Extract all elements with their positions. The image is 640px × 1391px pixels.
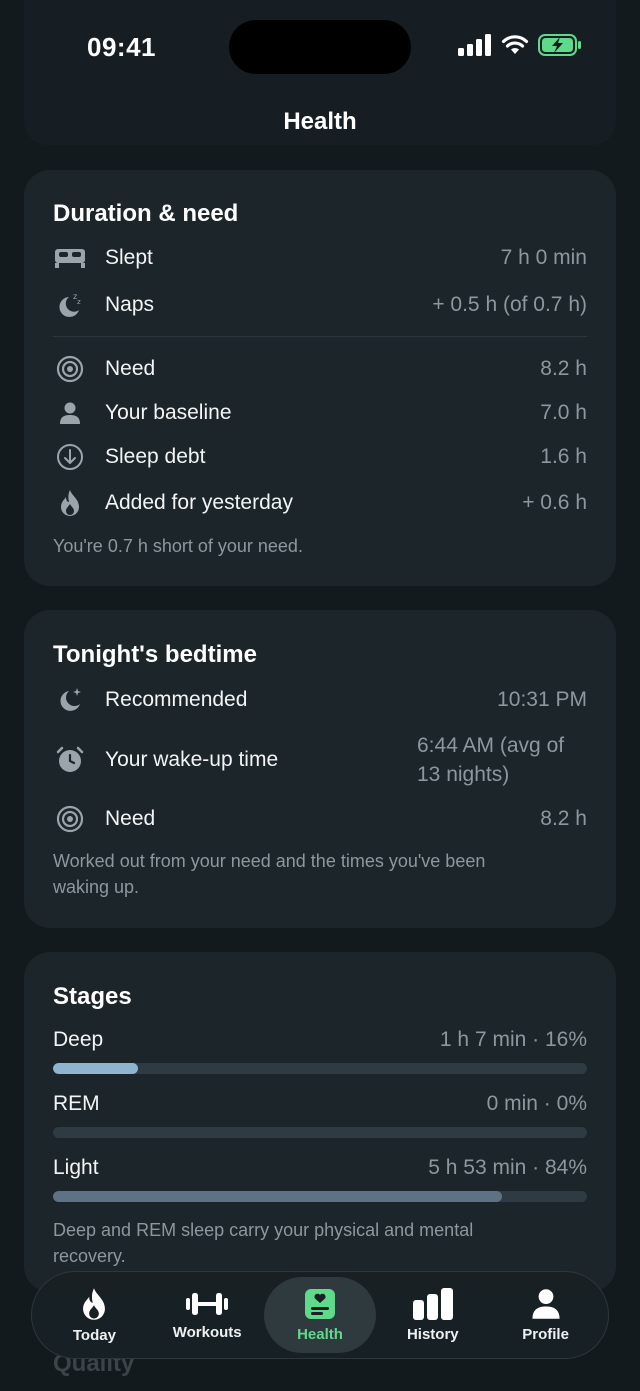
dynamic-island: [229, 20, 411, 74]
status-bar: 09:41: [0, 0, 640, 95]
person-icon: [532, 1288, 560, 1319]
card-note: You're 0.7 h short of your need.: [53, 536, 303, 556]
card-note: Worked out from your need and the times …: [53, 851, 486, 897]
row-label: Naps: [105, 293, 155, 316]
naps-row: zz Naps + 0.5 h (of 0.7 h): [53, 285, 587, 325]
tab-label: Profile: [522, 1325, 569, 1343]
slept-row: Slept 7 h 0 min: [53, 238, 587, 278]
recommended-row: Recommended 10:31 PM: [53, 680, 587, 720]
tab-history[interactable]: History: [377, 1277, 489, 1353]
need-row: Need 8.2 h: [53, 799, 587, 839]
card-note: Deep and REM sleep carry your physical a…: [53, 1220, 474, 1266]
row-value: 8.2 h: [540, 357, 587, 380]
stage-bar-light: [53, 1191, 587, 1202]
dumbbell-icon: [186, 1292, 229, 1315]
tab-label: Workouts: [172, 1323, 242, 1341]
tab-health[interactable]: Health: [263, 1277, 376, 1353]
row-value: + 0.5 h (of 0.7 h): [432, 293, 587, 316]
status-icons: [458, 34, 582, 56]
bedtime-card: Tonight's bedtime Recommended 10:31 PM Y…: [24, 610, 616, 928]
row-value: 10:31 PM: [497, 688, 587, 711]
stage-label: Light: [53, 1156, 99, 1179]
status-time: 09:41: [87, 32, 156, 62]
tab-today[interactable]: Today: [38, 1277, 150, 1353]
person-icon: [53, 396, 87, 430]
row-value: 1.6 h: [540, 445, 587, 468]
stage-label: REM: [53, 1092, 100, 1115]
moon-stars-icon: [53, 683, 87, 717]
flame-icon: [53, 486, 87, 520]
row-label: Your wake-up time: [105, 748, 279, 771]
arrow-down-circle-icon: [53, 440, 87, 474]
battery-charging-icon: [538, 34, 581, 56]
row-value: 8.2 h: [540, 807, 587, 830]
stages-card: Stages Deep 1 h 7 min · 16% REM 0 min · …: [24, 952, 616, 1292]
target-icon: [53, 802, 87, 836]
added-yesterday-row: Added for yesterday + 0.6 h: [53, 483, 587, 523]
row-label: Need: [105, 807, 156, 830]
row-value: 6:44 AM (avg of 13 nights): [417, 734, 565, 786]
health-icon: [304, 1288, 335, 1319]
tab-label: Today: [72, 1326, 116, 1344]
card-title: Stages: [53, 983, 132, 1010]
bar-chart-icon: [412, 1287, 453, 1320]
divider: [53, 336, 587, 337]
row-label: Need: [105, 357, 156, 380]
tab-label: History: [406, 1325, 459, 1343]
row-label: Recommended: [105, 688, 248, 711]
moon-zzz-icon: zz: [53, 288, 87, 322]
card-title: Duration & need: [53, 200, 239, 227]
bed-icon: [53, 241, 87, 275]
wifi-icon: [501, 35, 529, 54]
svg-text:z: z: [77, 298, 81, 306]
tab-workouts[interactable]: Workouts: [151, 1277, 263, 1353]
stage-bar-fill: [53, 1191, 502, 1202]
sleep-debt-row: Sleep debt 1.6 h: [53, 437, 587, 477]
stage-value: 0 min · 0%: [486, 1092, 587, 1115]
row-value: 7 h 0 min: [500, 246, 587, 269]
cellular-signal-icon: [458, 34, 491, 56]
stage-bar-deep: [53, 1063, 587, 1074]
alarm-clock-icon: [53, 743, 87, 777]
duration-need-card: Duration & need Slept 7 h 0 min zz Naps …: [24, 170, 616, 586]
row-label: Slept: [105, 246, 153, 269]
wake-up-row: Your wake-up time 6:44 AM (avg of 13 nig…: [53, 728, 587, 792]
stage-value: 1 h 7 min · 16%: [439, 1028, 587, 1051]
target-icon: [53, 352, 87, 386]
stage-deep: Deep 1 h 7 min · 16%: [53, 1028, 587, 1052]
stage-bar-fill: [53, 1063, 139, 1074]
card-title: Tonight's bedtime: [53, 641, 257, 668]
tab-profile[interactable]: Profile: [490, 1277, 602, 1353]
row-label: Your baseline: [105, 401, 232, 424]
baseline-row: Your baseline 7.0 h: [53, 393, 587, 433]
stage-light: Light 5 h 53 min · 84%: [53, 1156, 587, 1180]
tab-bar: Today Workouts Health History Profile: [31, 1271, 609, 1359]
row-label: Sleep debt: [105, 445, 206, 468]
row-value: + 0.6 h: [522, 491, 587, 514]
tab-label: Health: [297, 1325, 343, 1343]
flame-icon: [83, 1287, 106, 1320]
stage-bar-rem: [53, 1127, 587, 1138]
need-row: Need 8.2 h: [53, 349, 587, 389]
stage-value: 5 h 53 min · 84%: [428, 1156, 587, 1179]
page-title: Health: [283, 108, 357, 135]
row-value: 7.0 h: [540, 401, 587, 424]
stage-rem: REM 0 min · 0%: [53, 1092, 587, 1116]
row-label: Added for yesterday: [105, 491, 293, 514]
stage-label: Deep: [53, 1028, 104, 1051]
